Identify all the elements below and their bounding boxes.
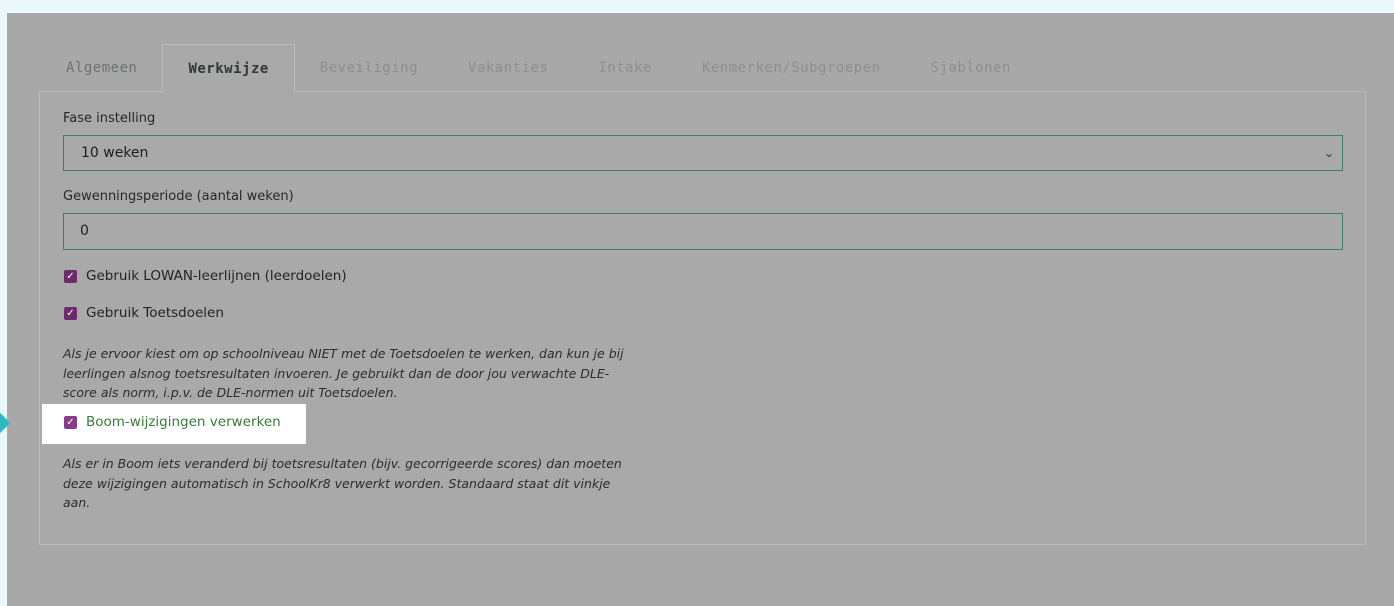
help-line: Als er in Boom iets veranderd bij toetsr… bbox=[63, 456, 622, 471]
tab-algemeen[interactable]: Algemeen bbox=[41, 44, 162, 92]
fase-instelling-select[interactable]: 10 weken ⌄ bbox=[63, 135, 1343, 171]
gewenningsperiode-input[interactable]: 0 bbox=[63, 213, 1343, 250]
tab-beveiliging[interactable]: Beveiliging bbox=[295, 44, 443, 92]
fase-instelling-label: Fase instelling bbox=[63, 111, 156, 126]
tab-intake[interactable]: Intake bbox=[573, 44, 677, 92]
boom-checkbox-label: Boom-wijzigingen verwerken bbox=[86, 414, 281, 430]
boom-checkbox-row[interactable]: ✓ Boom-wijzigingen verwerken bbox=[64, 414, 281, 430]
toetsdoelen-checkbox-row[interactable]: ✓ Gebruik Toetsdoelen bbox=[64, 305, 224, 321]
chevron-down-icon: ⌄ bbox=[1323, 146, 1334, 160]
fase-instelling-value: 10 weken bbox=[81, 145, 149, 161]
check-icon[interactable]: ✓ bbox=[64, 415, 77, 429]
check-icon[interactable]: ✓ bbox=[64, 269, 77, 283]
tab-kenmerken-subgroepen[interactable]: Kenmerken/Subgroepen bbox=[677, 44, 906, 92]
tab-bar: Algemeen Werkwijze Beveiliging Vakanties… bbox=[41, 44, 1036, 92]
help-line: Als je ervoor kiest om op schoolniveau N… bbox=[63, 346, 624, 361]
page: Algemeen Werkwijze Beveiliging Vakanties… bbox=[0, 0, 1394, 606]
check-icon[interactable]: ✓ bbox=[64, 306, 77, 320]
boom-help-text: Als er in Boom iets veranderd bij toetsr… bbox=[63, 454, 703, 513]
toetsdoelen-help-text: Als je ervoor kiest om op schoolniveau N… bbox=[63, 344, 703, 403]
arrow-right-icon bbox=[0, 412, 11, 434]
tab-werkwijze[interactable]: Werkwijze bbox=[162, 44, 295, 92]
help-line: score als norm, i.p.v. de DLE-normen uit… bbox=[63, 385, 398, 400]
lowan-checkbox-label: Gebruik LOWAN-leerlijnen (leerdoelen) bbox=[86, 268, 347, 284]
tab-vakanties[interactable]: Vakanties bbox=[443, 44, 573, 92]
help-line: aan. bbox=[63, 495, 91, 510]
toetsdoelen-checkbox-label: Gebruik Toetsdoelen bbox=[86, 305, 224, 321]
help-line: deze wijzigingen automatisch in SchoolKr… bbox=[63, 475, 611, 491]
gewenningsperiode-label: Gewenningsperiode (aantal weken) bbox=[63, 189, 294, 204]
lowan-checkbox-row[interactable]: ✓ Gebruik LOWAN-leerlijnen (leerdoelen) bbox=[64, 268, 347, 284]
tab-sjablonen[interactable]: Sjablonen bbox=[906, 44, 1036, 92]
help-line: leerlingen alsnog toetsresultaten invoer… bbox=[63, 365, 610, 381]
